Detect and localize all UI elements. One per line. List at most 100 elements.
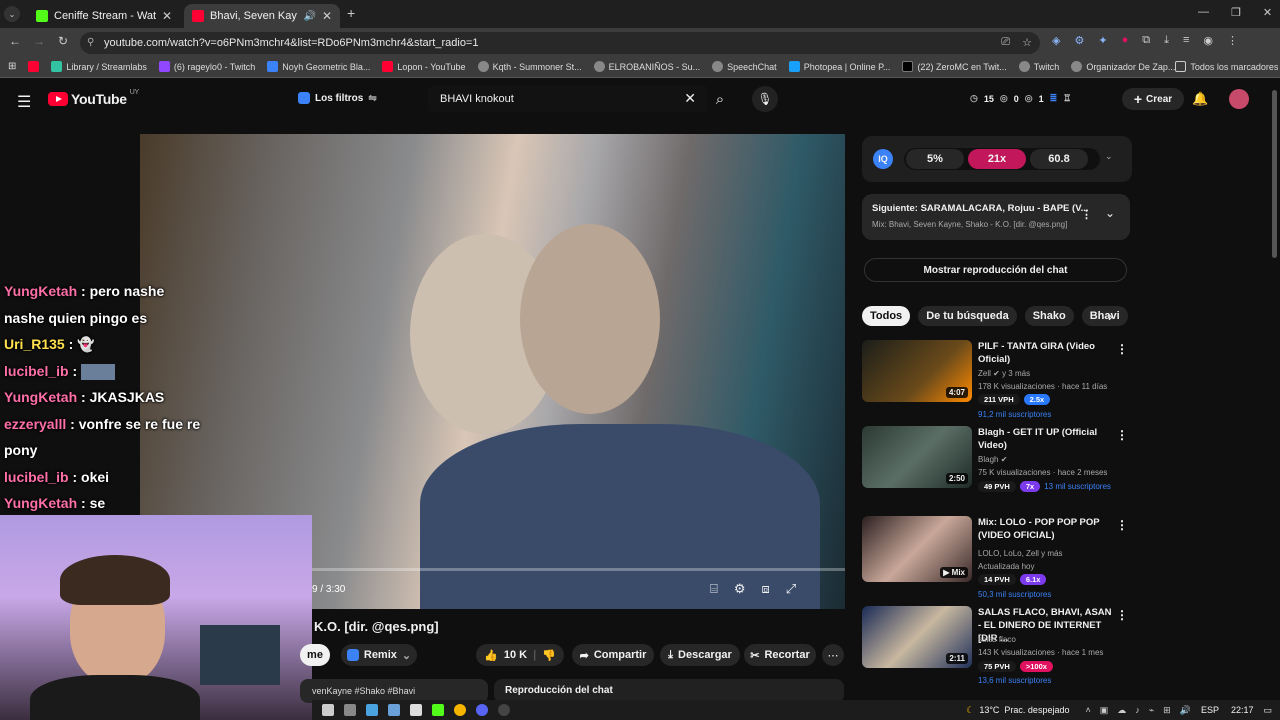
close-window-icon[interactable]: ✕ bbox=[1263, 6, 1272, 19]
search-icon[interactable]: ⌕ bbox=[706, 86, 734, 112]
close-icon[interactable]: ✕ bbox=[322, 9, 332, 23]
download-button[interactable]: ⤓ Descargar bbox=[660, 644, 740, 666]
tray-icon[interactable]: ⌁ bbox=[1149, 705, 1154, 716]
chevron-down-icon[interactable]: ⌄ bbox=[1105, 151, 1113, 162]
chevron-right-icon[interactable]: › bbox=[1108, 308, 1113, 324]
obs-icon[interactable] bbox=[498, 704, 510, 716]
more-options-icon[interactable]: ⋮ bbox=[1116, 428, 1128, 442]
microphone-icon[interactable]: 🎙 bbox=[752, 86, 778, 112]
queue-icon[interactable]: ≡ bbox=[1183, 34, 1189, 47]
volume-icon[interactable]: 🔊 bbox=[1180, 705, 1191, 716]
taskbar-app-icon[interactable] bbox=[410, 704, 422, 716]
tab-bhavi[interactable]: Bhavi, Seven Kayne, Shako 🔊 ✕ bbox=[184, 4, 340, 28]
restore-icon[interactable]: ❐ bbox=[1231, 6, 1241, 19]
bookmark-item[interactable]: Twitch bbox=[1018, 61, 1059, 72]
fullscreen-icon[interactable]: ⤢ bbox=[786, 581, 796, 597]
tray-icon[interactable]: ⊞ bbox=[1163, 705, 1171, 716]
extension-icon[interactable]: ◈ bbox=[1052, 34, 1060, 47]
profile-avatar[interactable]: ◉ bbox=[1203, 34, 1213, 47]
chip-bhavi[interactable]: Bhavi bbox=[1081, 306, 1128, 326]
bookmark-item[interactable]: (6) rageylo0 - Twitch bbox=[158, 61, 255, 72]
puzzle-icon[interactable]: ⧉ bbox=[1142, 34, 1150, 47]
cast-icon[interactable]: ⎚ bbox=[1001, 36, 1010, 49]
tab-ceniffe[interactable]: Ceniffe Stream - Watch Live on ✕ bbox=[28, 4, 180, 28]
close-icon[interactable]: ✕ bbox=[162, 9, 172, 23]
speaker-icon[interactable]: 🔊 bbox=[303, 11, 315, 22]
minimize-icon[interactable]: — bbox=[1198, 6, 1209, 19]
subtitles-icon[interactable]: ⌸ bbox=[710, 581, 718, 597]
chrome-icon[interactable] bbox=[454, 704, 466, 716]
chip-all[interactable]: Todos bbox=[862, 306, 911, 326]
apps-icon[interactable]: ⊞ bbox=[8, 61, 16, 72]
clip-button[interactable]: ✂ Recortar bbox=[744, 644, 816, 666]
dislike-icon[interactable]: 👎 bbox=[542, 649, 556, 662]
chip-shako[interactable]: Shako bbox=[1024, 306, 1074, 326]
recommended-video[interactable]: 2:11 SALAS FLACO, BHAVI, ASAN - EL DINER… bbox=[862, 606, 1132, 685]
tray-icon[interactable]: ☁ bbox=[1117, 705, 1126, 716]
remix-button[interactable]: Remix ⌄ bbox=[341, 644, 417, 666]
back-icon[interactable]: ← bbox=[9, 34, 21, 48]
youtube-logo[interactable]: YouTube UY bbox=[48, 89, 139, 107]
taskbar-app-icon[interactable] bbox=[366, 704, 378, 716]
recommended-video[interactable]: 4:07 PILF - TANTA GIRA (Video Oficial) Z… bbox=[862, 340, 1132, 419]
new-tab-button[interactable]: + bbox=[347, 5, 355, 21]
filters-button[interactable]: Los filtros ⇋ bbox=[298, 92, 377, 104]
clear-search-icon[interactable]: ✕ bbox=[684, 90, 696, 107]
trophy-icon[interactable]: ♖ bbox=[1063, 93, 1071, 104]
reload-icon[interactable]: ↻ bbox=[58, 34, 68, 48]
hamburger-menu-icon[interactable]: ☰ bbox=[17, 92, 31, 112]
bookmark-item[interactable]: SpeechChat bbox=[712, 61, 777, 72]
all-bookmarks-folder[interactable]: Todos los marcadores bbox=[1175, 61, 1278, 72]
extension-icon[interactable]: ✦ bbox=[1098, 34, 1107, 47]
taskbar-app-icon[interactable] bbox=[344, 704, 356, 716]
bookmark-item[interactable]: Lopon - YouTube bbox=[382, 61, 466, 72]
bookmark-item[interactable]: (22) ZeroMC en Twit... bbox=[902, 61, 1007, 72]
bookmark-item[interactable]: Noyh Geometric Bla... bbox=[267, 61, 370, 72]
chevron-down-icon[interactable]: ⌄ bbox=[1105, 206, 1115, 220]
menu-icon[interactable]: ⋮ bbox=[1227, 34, 1238, 47]
more-options-icon[interactable]: ⋮ bbox=[1081, 208, 1092, 221]
recommended-video[interactable]: ▶ Mix Mix: LOLO - POP POP POP (VIDEO OFI… bbox=[862, 516, 1132, 599]
chevron-up-icon[interactable]: ˄ bbox=[1085, 705, 1090, 716]
tab-search-icon[interactable]: ⌄ bbox=[4, 6, 20, 22]
forward-icon[interactable]: → bbox=[33, 34, 45, 48]
address-bar[interactable]: ⚲ youtube.com/watch?v=o6PNm3mchr4&list=R… bbox=[80, 32, 1040, 54]
bookmark-item[interactable]: Organizador De Zap... bbox=[1071, 61, 1175, 72]
more-actions-icon[interactable]: ⋯ bbox=[822, 644, 844, 666]
like-icon[interactable]: 👍 bbox=[484, 649, 498, 662]
notifications-bell-icon[interactable]: 🔔 bbox=[1192, 91, 1208, 107]
account-avatar[interactable] bbox=[1229, 89, 1249, 109]
input-language[interactable]: ESP bbox=[1201, 705, 1219, 715]
bookmark-star-icon[interactable]: ☆ bbox=[1022, 36, 1032, 49]
clock[interactable]: 22:17 bbox=[1231, 705, 1254, 715]
taskbar-app-icon[interactable] bbox=[388, 704, 400, 716]
bookmark-item[interactable]: ELROBANIÑOS - Su... bbox=[593, 61, 700, 72]
more-options-icon[interactable]: ⋮ bbox=[1116, 342, 1128, 356]
recommended-video[interactable]: 2:50 Blagh - GET IT UP (Official Video) … bbox=[862, 426, 1132, 504]
share-button[interactable]: ➦ Compartir bbox=[572, 644, 654, 666]
taskbar-app-icon[interactable] bbox=[322, 704, 334, 716]
subscribe-button[interactable]: me bbox=[300, 644, 330, 666]
up-next-panel[interactable]: Siguiente: SARAMALACARA, Rojuu - BAPE (V… bbox=[862, 194, 1130, 240]
bookmark-item[interactable]: Kqth - Summoner St... bbox=[477, 61, 582, 72]
extension-icon[interactable]: ⚙ bbox=[1074, 34, 1084, 47]
bookmark-item[interactable]: Library / Streamlabs bbox=[51, 61, 147, 72]
bookmark-item[interactable]: Photopea | Online P... bbox=[788, 61, 890, 72]
create-button[interactable]: + Crear bbox=[1122, 88, 1184, 110]
chip-from-search[interactable]: De tu búsqueda bbox=[918, 306, 1017, 326]
more-options-icon[interactable]: ⋮ bbox=[1116, 608, 1128, 622]
miniplayer-icon[interactable]: ⧈ bbox=[761, 581, 769, 597]
download-icon[interactable]: ⤓ bbox=[1164, 34, 1169, 47]
page-scrollbar[interactable] bbox=[1272, 90, 1277, 258]
show-chat-replay-button[interactable]: Mostrar reproducción del chat bbox=[864, 258, 1127, 282]
search-input[interactable]: BHAVI knokout ✕ bbox=[428, 86, 706, 112]
bookmark-item[interactable] bbox=[28, 61, 40, 72]
tray-icon[interactable]: ♪ bbox=[1135, 705, 1140, 716]
taskbar-app-icon[interactable] bbox=[432, 704, 444, 716]
extension-icon[interactable]: ● bbox=[1122, 34, 1129, 47]
list-icon[interactable]: ≣ bbox=[1050, 93, 1058, 104]
notifications-icon[interactable]: ▭ bbox=[1263, 705, 1272, 716]
discord-icon[interactable] bbox=[476, 704, 488, 716]
site-info-icon[interactable]: ⚲ bbox=[87, 37, 94, 48]
settings-gear-icon[interactable]: ⚙ bbox=[734, 581, 746, 597]
